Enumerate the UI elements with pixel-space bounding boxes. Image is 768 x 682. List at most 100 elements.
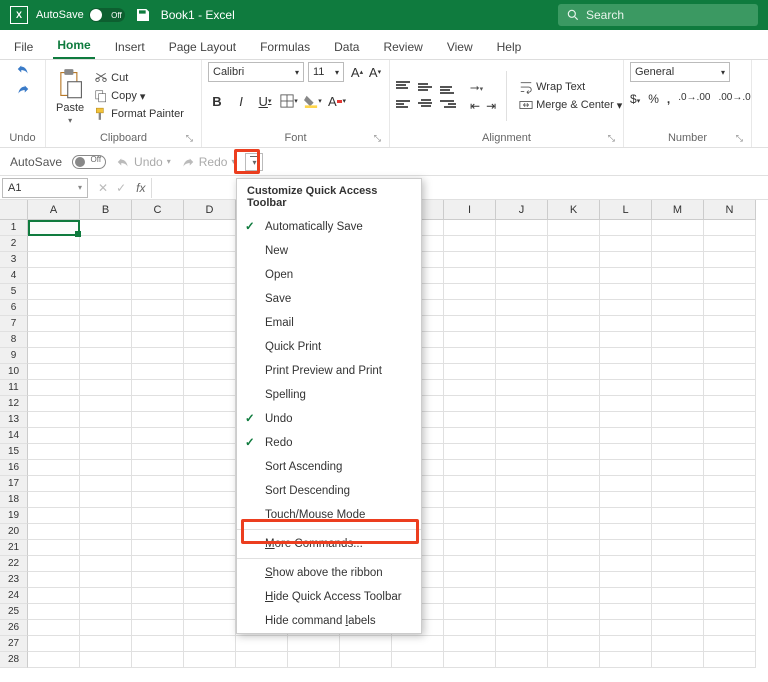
titlebar-autosave[interactable]: AutoSave Off	[36, 8, 125, 22]
number-launcher-icon[interactable]: ⤡	[736, 133, 743, 144]
cell[interactable]	[548, 508, 600, 524]
row-header[interactable]: 23	[0, 572, 28, 588]
cell[interactable]	[132, 268, 184, 284]
cell[interactable]	[444, 524, 496, 540]
cell[interactable]	[496, 572, 548, 588]
tab-file[interactable]: File	[10, 35, 37, 59]
cell[interactable]	[548, 476, 600, 492]
cell[interactable]	[132, 652, 184, 668]
cell[interactable]	[652, 604, 704, 620]
cell[interactable]	[132, 412, 184, 428]
cell[interactable]	[132, 572, 184, 588]
cell[interactable]	[548, 268, 600, 284]
cell[interactable]	[600, 524, 652, 540]
cell[interactable]	[600, 284, 652, 300]
cell[interactable]	[28, 476, 80, 492]
row-header[interactable]: 20	[0, 524, 28, 540]
cell[interactable]	[184, 300, 236, 316]
cell[interactable]	[132, 332, 184, 348]
cell[interactable]	[132, 540, 184, 556]
cell[interactable]	[132, 428, 184, 444]
qat-menu-item[interactable]: Spelling	[237, 383, 421, 407]
cell[interactable]	[548, 428, 600, 444]
cell[interactable]	[600, 380, 652, 396]
qat-menu-item[interactable]: Quick Print	[237, 335, 421, 359]
tab-data[interactable]: Data	[330, 35, 363, 59]
cell[interactable]	[548, 492, 600, 508]
tab-view[interactable]: View	[443, 35, 477, 59]
cell[interactable]	[548, 652, 600, 668]
cell[interactable]	[132, 316, 184, 332]
cell[interactable]	[184, 524, 236, 540]
cell[interactable]	[80, 492, 132, 508]
align-middle-icon[interactable]	[418, 80, 434, 94]
cell[interactable]	[496, 604, 548, 620]
cut-button[interactable]: Cut	[92, 70, 186, 86]
cell[interactable]	[600, 412, 652, 428]
cell[interactable]	[28, 332, 80, 348]
cell[interactable]	[80, 572, 132, 588]
row-header[interactable]: 3	[0, 252, 28, 268]
cell[interactable]	[652, 556, 704, 572]
fill-color-button[interactable]: ▾	[304, 92, 322, 110]
cell[interactable]	[704, 556, 756, 572]
cell[interactable]	[28, 252, 80, 268]
cell[interactable]	[548, 300, 600, 316]
cell[interactable]	[444, 572, 496, 588]
cell[interactable]	[28, 428, 80, 444]
cell[interactable]	[444, 636, 496, 652]
qat-menu-more-commands[interactable]: More Commands...	[237, 532, 421, 556]
cell[interactable]	[600, 492, 652, 508]
cell[interactable]	[704, 300, 756, 316]
cell[interactable]	[28, 652, 80, 668]
search-box[interactable]: Search	[558, 4, 758, 26]
cell[interactable]	[496, 284, 548, 300]
cell[interactable]	[132, 252, 184, 268]
cell[interactable]	[444, 588, 496, 604]
cell[interactable]	[652, 236, 704, 252]
cell[interactable]	[496, 556, 548, 572]
qat-menu-item[interactable]: New	[237, 239, 421, 263]
percent-format-icon[interactable]: %	[648, 92, 659, 106]
cell[interactable]	[184, 284, 236, 300]
cell[interactable]	[28, 380, 80, 396]
cell[interactable]	[496, 428, 548, 444]
row-header[interactable]: 8	[0, 332, 28, 348]
increase-indent-icon[interactable]: ⇥	[486, 99, 496, 113]
column-header[interactable]: M	[652, 200, 704, 220]
cell[interactable]	[28, 540, 80, 556]
cell[interactable]	[600, 236, 652, 252]
cell[interactable]	[548, 364, 600, 380]
cell[interactable]	[132, 348, 184, 364]
cell[interactable]	[444, 556, 496, 572]
cell[interactable]	[496, 316, 548, 332]
column-header[interactable]: K	[548, 200, 600, 220]
qat-undo-button[interactable]: Undo▾	[116, 155, 171, 169]
cell[interactable]	[496, 588, 548, 604]
qat-menu-show-above[interactable]: Show above the ribbon	[237, 561, 421, 585]
select-all-corner[interactable]	[0, 200, 28, 220]
row-header[interactable]: 28	[0, 652, 28, 668]
cell[interactable]	[444, 428, 496, 444]
font-color-button[interactable]: A▾	[328, 92, 346, 110]
increase-font-icon[interactable]: A▴	[348, 63, 366, 81]
cell[interactable]	[496, 220, 548, 236]
cell[interactable]	[28, 348, 80, 364]
row-header[interactable]: 15	[0, 444, 28, 460]
row-header[interactable]: 22	[0, 556, 28, 572]
cell[interactable]	[496, 636, 548, 652]
cell[interactable]	[548, 252, 600, 268]
cell[interactable]	[652, 284, 704, 300]
cell[interactable]	[444, 652, 496, 668]
tab-help[interactable]: Help	[493, 35, 526, 59]
cell[interactable]	[652, 412, 704, 428]
cell[interactable]	[548, 396, 600, 412]
bold-button[interactable]: B	[208, 92, 226, 110]
row-header[interactable]: 1	[0, 220, 28, 236]
font-launcher-icon[interactable]: ⤡	[374, 133, 381, 144]
cell[interactable]	[704, 444, 756, 460]
row-header[interactable]: 21	[0, 540, 28, 556]
undo-icon[interactable]	[14, 62, 32, 76]
cell[interactable]	[80, 268, 132, 284]
cell[interactable]	[704, 492, 756, 508]
